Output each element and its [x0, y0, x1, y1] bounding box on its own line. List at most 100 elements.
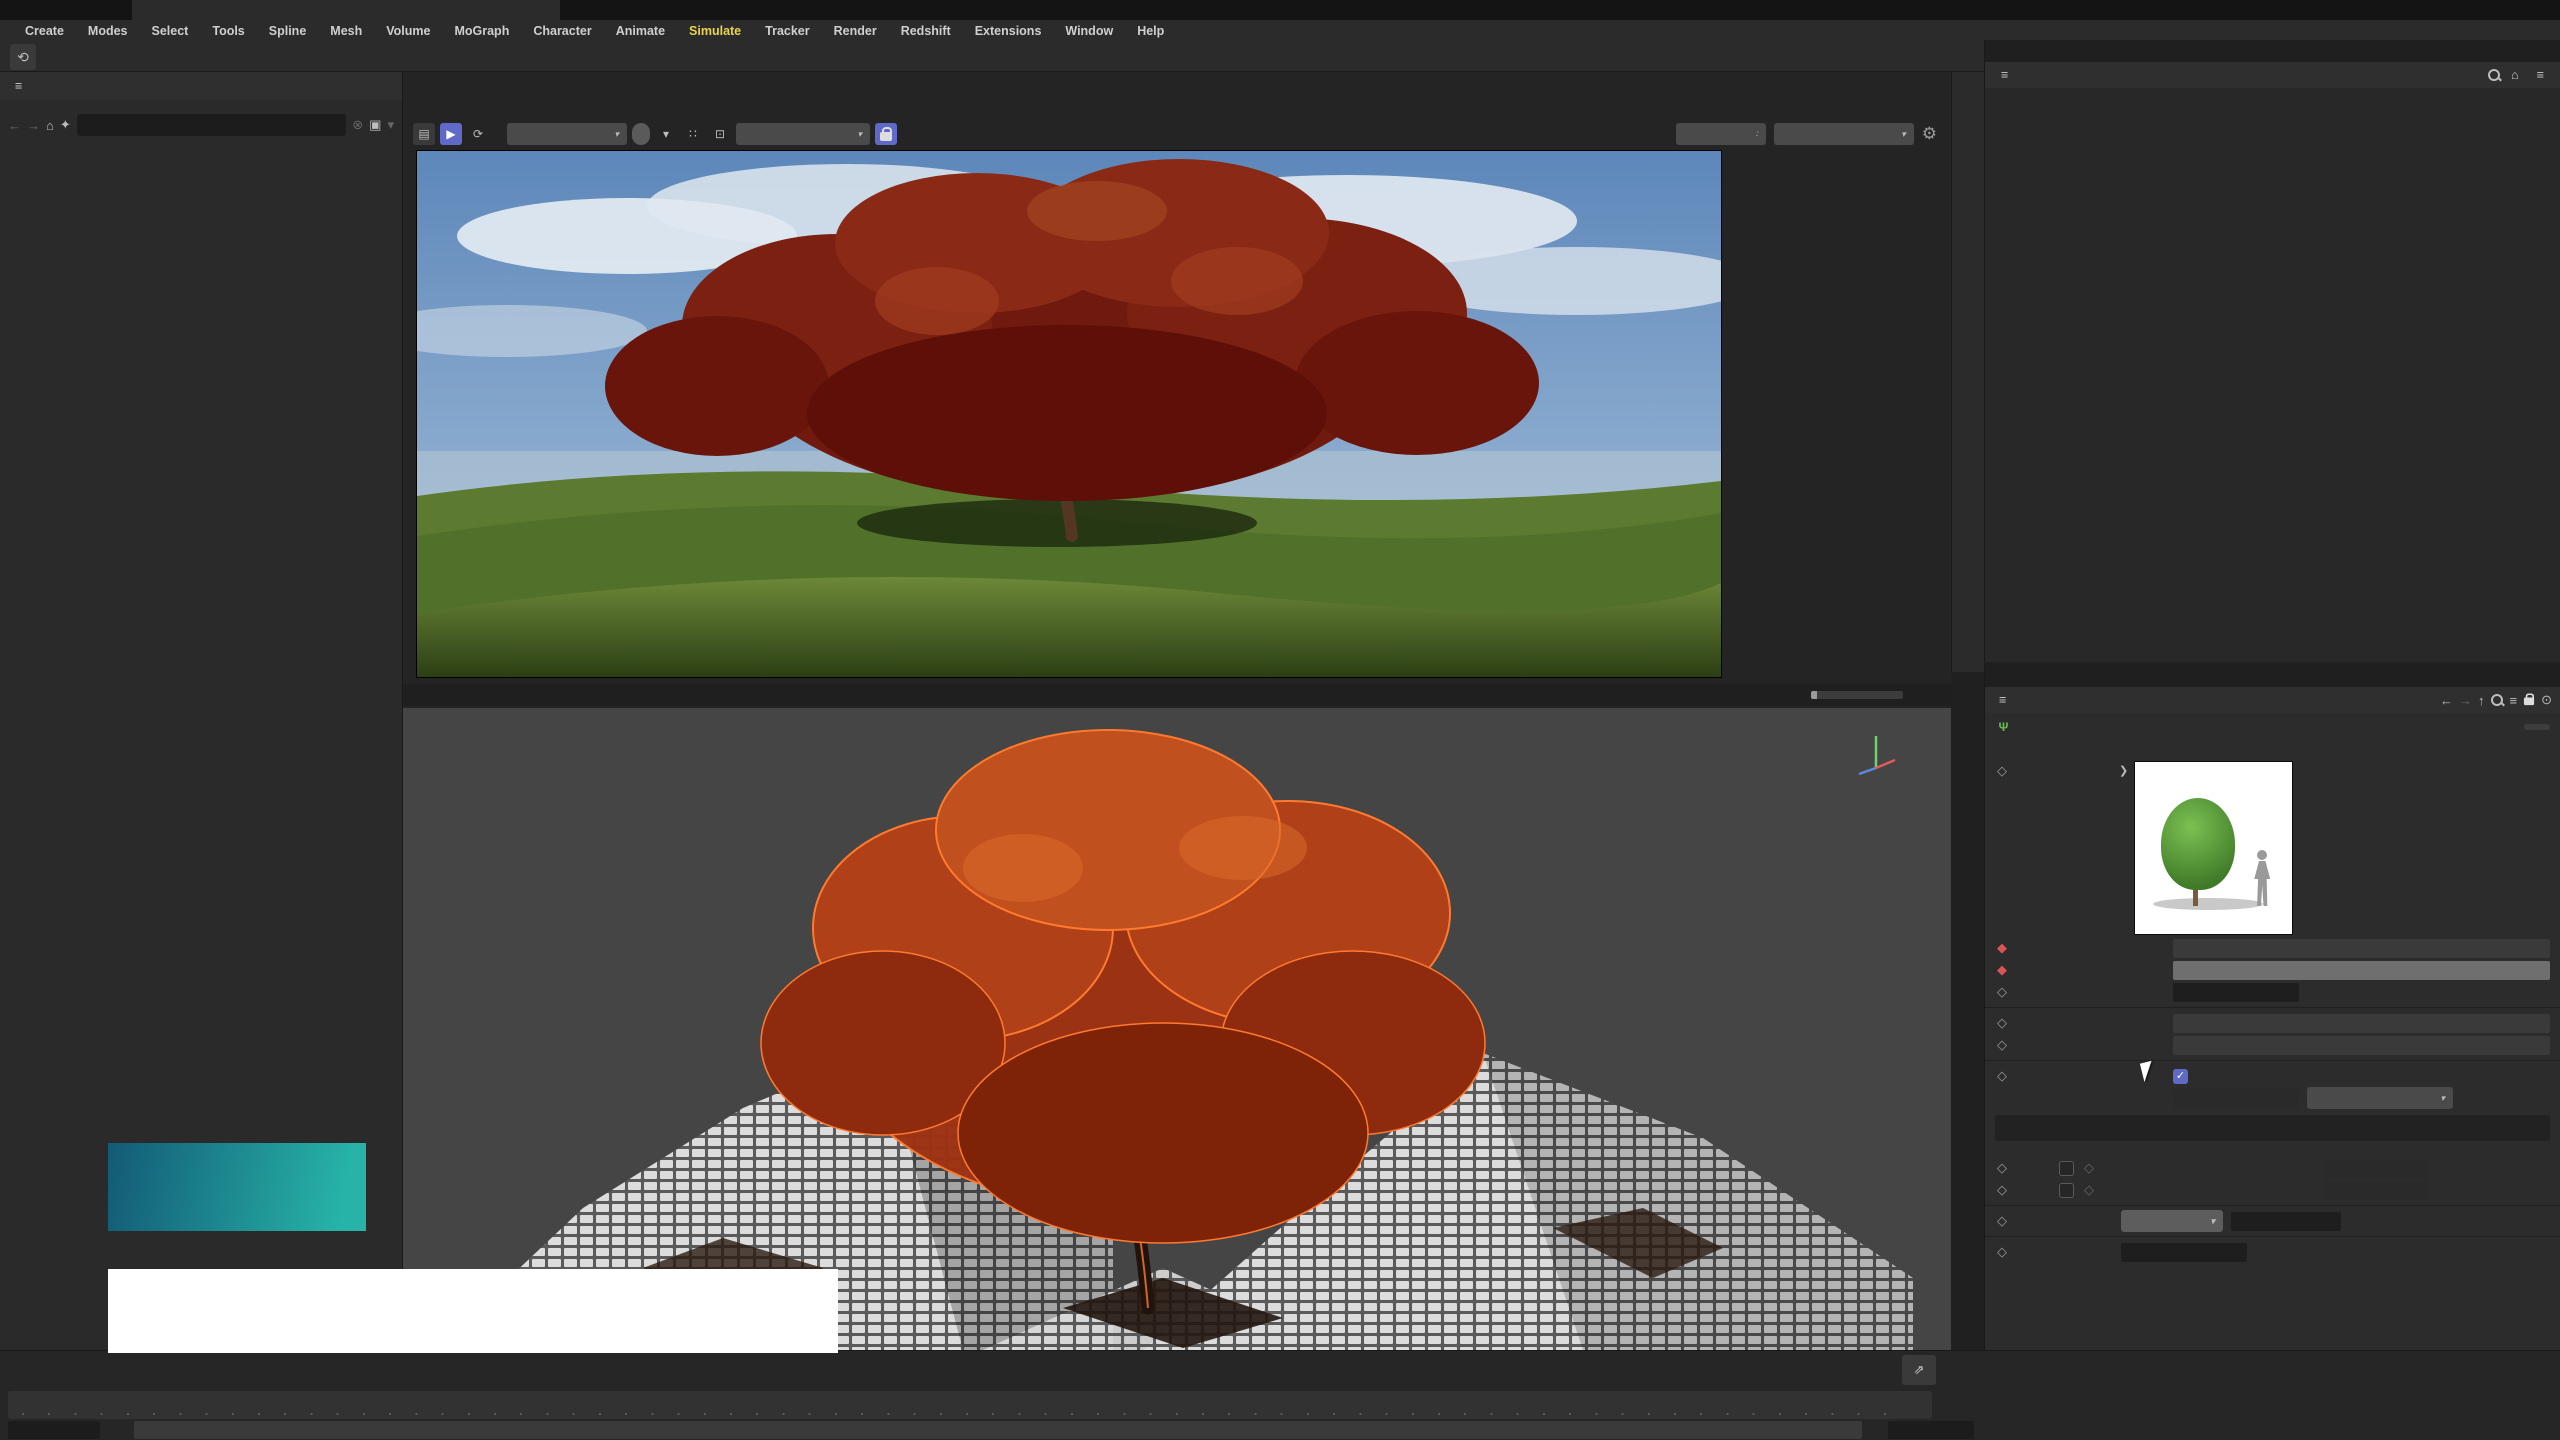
- keyframe-diamond-icon[interactable]: ◇: [1995, 1182, 2009, 1198]
- keyframe-diamond-icon[interactable]: ◇: [1995, 1015, 2009, 1031]
- timeline-area: ⇗: [0, 1350, 2560, 1440]
- menu-item[interactable]: Modes: [77, 24, 139, 38]
- toolbar-icon[interactable]: ⟲: [10, 44, 36, 70]
- use-document-scale-checkbox[interactable]: ✓: [2173, 1069, 2188, 1084]
- min-branch-thickness-field[interactable]: [2324, 1159, 2428, 1178]
- menu-item[interactable]: Character: [522, 24, 602, 38]
- leaf-amount-field[interactable]: [2121, 1243, 2247, 1262]
- menu-item[interactable]: Simulate: [678, 24, 752, 38]
- subdivision-mode-dropdown[interactable]: ▾: [2121, 1210, 2223, 1232]
- zoom-value-field[interactable]: ∶: [1676, 123, 1766, 145]
- menu-item[interactable]: Help: [1126, 24, 1175, 38]
- keyframe-diamond-icon[interactable]: ◇: [1995, 1037, 2009, 1053]
- axis-gizmo-icon[interactable]: [1853, 730, 1899, 776]
- use-checkbox[interactable]: [2059, 1161, 2074, 1176]
- menu-item[interactable]: Render: [823, 24, 888, 38]
- search-input[interactable]: [77, 114, 347, 136]
- leaf-density-field[interactable]: [2173, 983, 2299, 1002]
- plant-preview-row: ◇ ❯: [1985, 759, 2560, 937]
- render-pass-dropdown[interactable]: ▾: [507, 123, 627, 145]
- menu-item[interactable]: Volume: [375, 24, 441, 38]
- size-mode-dropdown[interactable]: ▾: [1774, 123, 1914, 145]
- hamburger-icon[interactable]: ≡: [1993, 693, 2012, 707]
- search-icon[interactable]: [2491, 694, 2504, 707]
- unit-dropdown[interactable]: ▾: [2307, 1087, 2453, 1109]
- back-icon[interactable]: ←: [8, 118, 21, 133]
- archive-icon[interactable]: ▣: [369, 117, 381, 133]
- menu-item[interactable]: Spline: [258, 24, 318, 38]
- keyframe-diamond-icon[interactable]: ◇: [1995, 1160, 2009, 1176]
- film-icon[interactable]: ▤: [413, 123, 435, 145]
- dither-icon[interactable]: ∷: [682, 123, 704, 145]
- crop-icon[interactable]: ⊡: [709, 123, 731, 145]
- range-slider[interactable]: [134, 1421, 1862, 1439]
- editor-mode-dropdown[interactable]: [2173, 1036, 2550, 1055]
- render-mode-dropdown[interactable]: [2173, 1014, 2550, 1033]
- menu-item[interactable]: Animate: [605, 24, 676, 38]
- plant-preview-thumbnail[interactable]: [2134, 761, 2293, 935]
- keyframe-diamond-icon[interactable]: ◇: [1995, 1244, 2009, 1260]
- home-icon[interactable]: ⌂: [2503, 68, 2527, 82]
- custom-scale-field[interactable]: [2173, 1089, 2299, 1108]
- hamburger-icon[interactable]: ≡: [1993, 68, 2016, 82]
- lock-icon[interactable]: [2524, 697, 2534, 705]
- clear-search-icon[interactable]: ⊗: [352, 117, 363, 133]
- keyframe-diamond-icon[interactable]: ◇: [1995, 1213, 2009, 1229]
- chevron-right-icon[interactable]: ❯: [2119, 761, 2128, 935]
- filter-icon[interactable]: ≡: [2529, 68, 2552, 82]
- menu-item[interactable]: MoGraph: [443, 24, 520, 38]
- max-branch-depth-field[interactable]: [2324, 1181, 2428, 1200]
- menu-item[interactable]: Tools: [201, 24, 255, 38]
- timeline-range-row: [0, 1421, 2560, 1440]
- section-header: [1985, 1147, 2560, 1157]
- lock-icon[interactable]: [875, 123, 897, 145]
- rgb-channel-button[interactable]: [632, 123, 650, 145]
- keyframe-diamond-icon[interactable]: ◆: [1995, 962, 2009, 978]
- gear-icon[interactable]: ⚙: [1922, 124, 1937, 144]
- up-icon[interactable]: ↑: [2478, 693, 2485, 708]
- play-icon[interactable]: ▶: [440, 123, 462, 145]
- document-tab[interactable]: [132, 0, 560, 20]
- menu-item[interactable]: Window: [1054, 24, 1124, 38]
- titlebar: [0, 0, 2560, 20]
- back-icon[interactable]: ←: [2440, 693, 2453, 708]
- season-dropdown[interactable]: [2173, 961, 2550, 980]
- attributes-tabs: [1985, 665, 2560, 687]
- keyframe-diamond-icon[interactable]: ◆: [1995, 940, 2009, 956]
- search-icon[interactable]: [2488, 69, 2501, 82]
- editor-mode-row: ◇: [1985, 1034, 2560, 1056]
- fcurve-icon[interactable]: ⇗: [1902, 1355, 1936, 1385]
- menu-item[interactable]: Select: [141, 24, 200, 38]
- menu-item[interactable]: Redshift: [890, 24, 962, 38]
- hamburger-icon[interactable]: ≡: [8, 79, 29, 93]
- keyframe-diamond-icon[interactable]: ◇: [1995, 984, 2009, 1000]
- range-start-field[interactable]: [8, 1421, 100, 1439]
- capsules-badge: [108, 1143, 366, 1231]
- range-end-field[interactable]: [1888, 1421, 1974, 1439]
- forward-icon[interactable]: →: [27, 118, 40, 133]
- keyframe-diamond-icon[interactable]: ◇: [1995, 1068, 2009, 1084]
- refresh-icon[interactable]: ⟳: [467, 123, 489, 145]
- chevron-down-icon[interactable]: ▾: [387, 117, 394, 133]
- renderer-dropdown[interactable]: ▾: [736, 123, 870, 145]
- filter-icon[interactable]: ≡: [2510, 693, 2518, 708]
- use-checkbox[interactable]: [2059, 1183, 2074, 1198]
- menu-item[interactable]: Tracker: [754, 24, 820, 38]
- subdivision-row: ◇ ▾: [1985, 1210, 2560, 1232]
- timeline-ruler[interactable]: [8, 1391, 1932, 1419]
- sparkle-icon[interactable]: ✦: [60, 117, 71, 133]
- chevron-down-icon[interactable]: ▾: [655, 123, 677, 145]
- subdivision-level-field[interactable]: [2231, 1212, 2341, 1231]
- forward-icon[interactable]: →: [2459, 693, 2472, 708]
- render-canvas[interactable]: [416, 150, 1722, 678]
- home-icon[interactable]: ⌂: [46, 118, 54, 133]
- keyframe-diamond-icon[interactable]: ◇: [1995, 763, 2009, 935]
- object-header-row: [1985, 713, 2560, 741]
- perspective-viewport[interactable]: [403, 708, 1951, 1350]
- menu-item[interactable]: Mesh: [319, 24, 373, 38]
- custom-button[interactable]: [2524, 724, 2550, 730]
- menu-item[interactable]: Create: [14, 24, 75, 38]
- menu-item[interactable]: Extensions: [964, 24, 1053, 38]
- model-dropdown[interactable]: [2173, 939, 2550, 958]
- target-icon[interactable]: ⊙: [2541, 692, 2552, 708]
